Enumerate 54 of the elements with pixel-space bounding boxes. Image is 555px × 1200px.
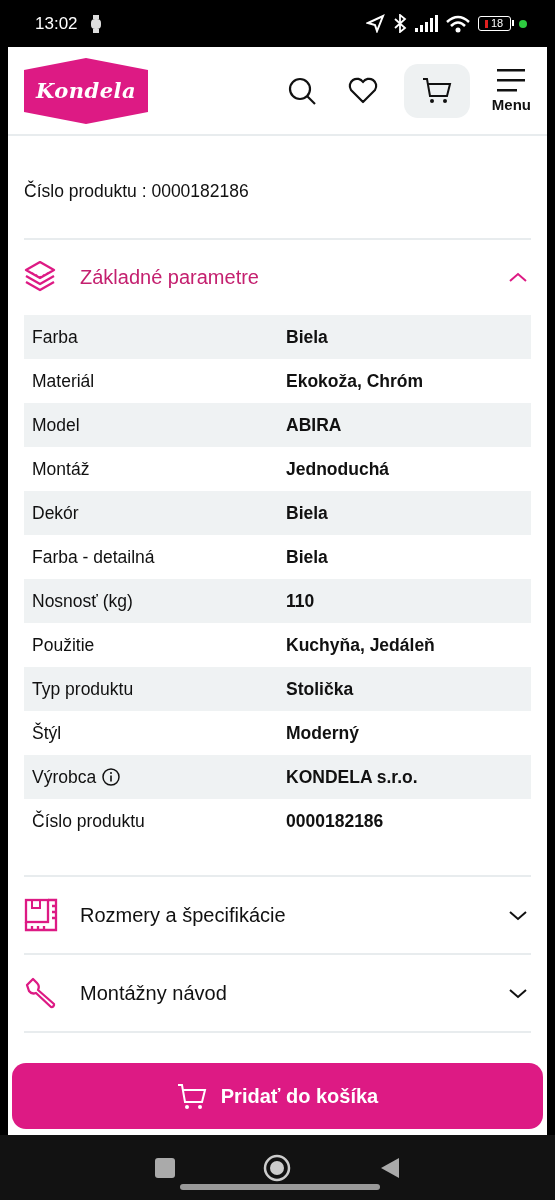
ruler-icon [24, 898, 58, 932]
param-value: ABIRA [286, 414, 342, 436]
param-value: Stolička [286, 678, 354, 700]
param-value: Biela [286, 326, 328, 348]
param-label: Typ produktu [32, 678, 134, 700]
wishlist-button[interactable] [347, 77, 378, 104]
location-icon [366, 14, 385, 33]
param-label: Výrobca [32, 766, 97, 788]
chevron-down-icon [509, 987, 527, 999]
param-label: Číslo produktu [32, 810, 145, 832]
param-value: Biela [286, 502, 328, 524]
product-number: Číslo produktu : 0000182186 [24, 180, 249, 202]
wifi-icon [446, 14, 470, 33]
home-button[interactable] [262, 1153, 291, 1182]
param-label: Dekór [32, 502, 79, 524]
param-label: Nosnosť (kg) [32, 590, 133, 612]
status-dot-icon [519, 19, 527, 28]
cart-icon [176, 1082, 207, 1110]
search-button[interactable] [287, 76, 316, 105]
accordion-header[interactable]: Montážny návod [24, 955, 531, 1031]
battery-indicator: 18 [478, 16, 511, 31]
param-label: Štýl [32, 722, 62, 744]
bluetooth-icon [393, 14, 407, 33]
param-label: Farba [32, 326, 78, 348]
menu-button[interactable]: Menu [491, 68, 531, 113]
search-icon [287, 76, 316, 105]
wrench-icon [24, 976, 58, 1010]
accordion-header[interactable]: Základné parametre [24, 240, 531, 315]
param-value: 0000182186 [286, 810, 384, 832]
param-label: Model [32, 414, 80, 436]
info-icon[interactable] [102, 768, 121, 786]
param-value: Ekokoža, Chróm [286, 370, 424, 392]
accordion-header[interactable]: Rozmery a špecifikácie [24, 877, 531, 953]
clock: 13:02 [35, 13, 78, 34]
param-label: Použitie [32, 634, 95, 656]
logo[interactable]: Kondela [24, 57, 148, 124]
param-label: Montáž [32, 458, 90, 480]
param-value: Biela [286, 546, 328, 568]
heart-icon [347, 77, 378, 104]
param-value: Kuchyňa, Jedáleň [286, 634, 435, 656]
add-to-cart-button[interactable]: Pridať do košíka [12, 1063, 543, 1129]
signal-icon [415, 15, 438, 32]
chevron-down-icon [509, 909, 527, 921]
param-value: 110 [286, 590, 315, 612]
param-label: Materiál [32, 370, 95, 392]
chevron-up-icon [509, 272, 527, 283]
param-label: Farba - detailná [32, 546, 155, 568]
recents-button[interactable] [154, 1157, 175, 1178]
param-value: Moderný [286, 722, 359, 744]
cart-icon [421, 77, 452, 104]
param-value: Jednoduchá [286, 458, 390, 480]
menu-icon [497, 68, 526, 92]
param-value: KONDELA s.r.o. [286, 766, 418, 788]
cart-button[interactable] [403, 63, 470, 118]
